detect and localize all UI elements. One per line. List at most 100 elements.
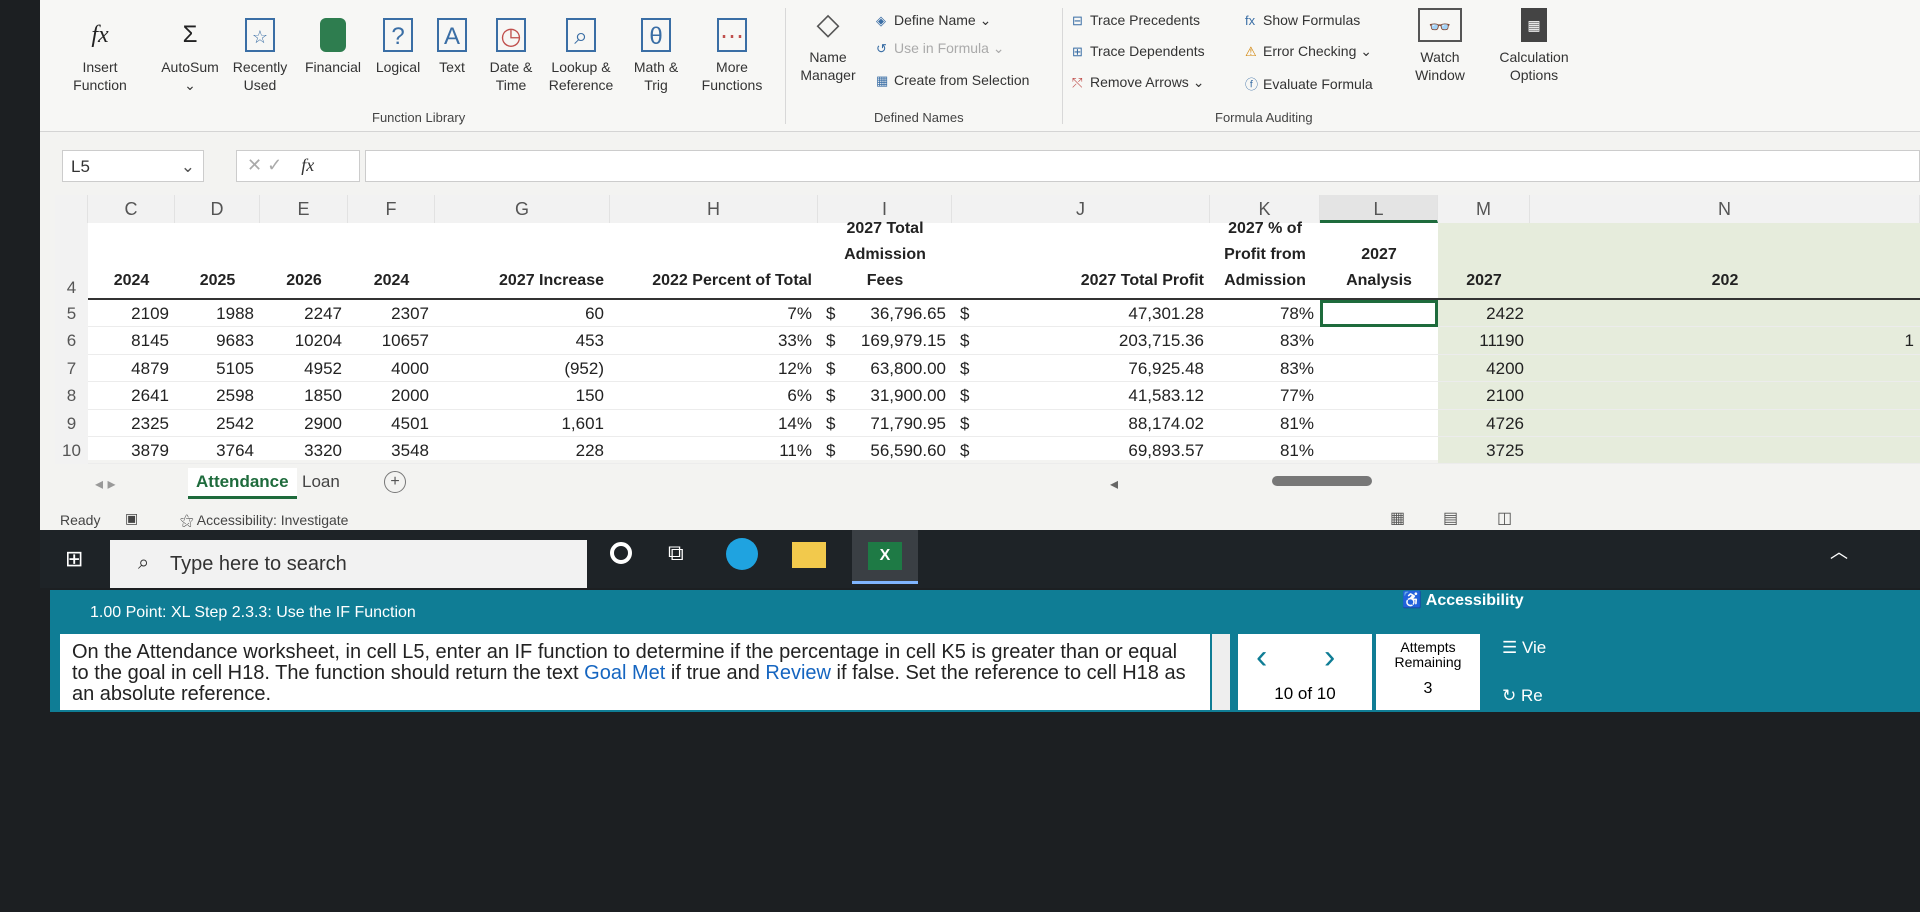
cell-c9[interactable]: 2325 [88,410,175,437]
cell-j7[interactable]: $76,925.48 [952,355,1210,383]
cell-g5[interactable]: 60 [435,300,610,328]
chevron-up-icon[interactable]: ︿ [1830,538,1848,564]
cell-m6[interactable]: 11190 [1438,327,1530,355]
column-header-c[interactable]: C [88,195,175,223]
trace-precedents-button[interactable]: ⊟ Trace Precedents [1072,12,1200,29]
excel-taskbar-button[interactable]: X [852,530,918,584]
cell-m9[interactable]: 4726 [1438,409,1530,437]
column-header-d[interactable]: D [175,195,260,223]
math-trig-button[interactable]: θ Math & Trig [626,18,686,94]
cancel-icon[interactable]: ✕ [247,155,262,175]
question-scrollbar[interactable] [1212,634,1230,710]
row-header-8[interactable]: 8 [55,382,88,410]
name-manager-button[interactable]: ◇ Name Manager [795,8,861,84]
trace-dependents-button[interactable]: ⊞ Trace Dependents [1072,43,1205,60]
row-header-6[interactable]: 6 [55,327,88,355]
cell-m5[interactable]: 2422 [1438,300,1530,328]
cell-f10[interactable]: 3548 [348,437,435,465]
cell-g8[interactable]: 150 [435,382,610,410]
cell-i7[interactable]: $63,800.00 [818,355,952,383]
logical-button[interactable]: ? Logical [370,18,426,76]
cell-l8[interactable] [1320,382,1438,410]
page-layout-icon[interactable]: ▤ [1443,508,1458,528]
cell-h7[interactable]: 12% [610,355,818,383]
column-header-g[interactable]: G [435,195,610,223]
next-arrow-icon[interactable]: › [1324,638,1335,677]
cell-d7[interactable]: 5105 [175,355,260,383]
accessibility-button[interactable]: ♿ Accessibility [1402,590,1524,610]
view-button[interactable]: ☰ Vie [1502,638,1546,658]
cell-h6[interactable]: 33% [610,327,818,355]
cell-f6[interactable]: 10657 [348,327,435,355]
cell-k10[interactable]: 81% [1210,437,1320,465]
cell-h9[interactable]: 14% [610,410,818,437]
text-button[interactable]: A Text [432,18,472,76]
taskbar-search[interactable]: ⌕ Type here to search [110,540,587,588]
column-header-m[interactable]: M [1438,195,1530,223]
cell-n5[interactable] [1530,300,1920,328]
cell-j6[interactable]: $203,715.36 [952,327,1210,355]
cell-i9[interactable]: $71,790.95 [818,410,952,437]
cell-d8[interactable]: 2598 [175,382,260,410]
cell-m8[interactable]: 2100 [1438,382,1530,410]
accessibility-status[interactable]: ⚝ Accessibility: Investigate [180,512,348,529]
calculation-options-button[interactable]: ▦ Calculation Options [1488,8,1580,84]
cell-i10[interactable]: $56,590.60 [818,437,952,465]
cell-g9[interactable]: 1,601 [435,410,610,437]
column-header-l[interactable]: L [1320,195,1438,223]
column-header-h[interactable]: H [610,195,818,223]
cell-e10[interactable]: 3320 [260,437,348,465]
watch-window-button[interactable]: 👓 Watch Window [1405,8,1475,84]
row-header-9[interactable]: 9 [55,409,88,437]
cell-c8[interactable]: 2641 [88,382,175,410]
cell-k6[interactable]: 83% [1210,327,1320,355]
recently-used-button[interactable]: ☆ Recently Used [228,18,292,94]
windows-start-icon[interactable]: ⊞ [65,546,83,572]
financial-button[interactable]: Financial [298,18,368,76]
row-header-7[interactable]: 7 [55,354,88,383]
row-header-5[interactable]: 5 [55,300,88,328]
edge-icon[interactable] [726,538,758,570]
cell-l9[interactable] [1320,410,1438,437]
scroll-left-icon[interactable]: ◂ ▸ [95,474,116,494]
cell-c7[interactable]: 4879 [88,355,175,383]
create-from-selection-button[interactable]: ▦ Create from Selection [876,72,1029,89]
cell-j8[interactable]: $41,583.12 [952,382,1210,410]
hscroll-left-icon[interactable]: ◂ [1110,474,1118,494]
cell-l10[interactable] [1320,437,1438,465]
cell-n9[interactable] [1530,409,1920,437]
cell-j5[interactable]: $47,301.28 [952,300,1210,328]
sheet-tab-loan[interactable]: Loan [302,472,340,492]
cell-i5[interactable]: $36,796.65 [818,300,952,328]
name-box[interactable]: L5 ⌄ [62,150,204,182]
cell-n7[interactable] [1530,354,1920,383]
date-time-button[interactable]: ◷ Date & Time [480,18,542,94]
macro-record-icon[interactable]: ▣ [125,510,138,527]
use-in-formula-button[interactable]: ↺ Use in Formula ⌄ [876,40,1005,57]
cell-k9[interactable]: 81% [1210,410,1320,437]
normal-view-icon[interactable]: ▦ [1390,508,1405,528]
cell-k5[interactable]: 78% [1210,300,1320,328]
row-header-10[interactable]: 10 [55,437,88,465]
cell-n6[interactable]: 1 [1530,327,1920,355]
row-header-4[interactable]: 4 [55,223,88,300]
cell-f9[interactable]: 4501 [348,410,435,437]
error-checking-button[interactable]: ⚠ Error Checking ⌄ [1245,43,1372,60]
cell-c5[interactable]: 2109 [88,300,175,328]
cell-n8[interactable] [1530,382,1920,410]
cell-e8[interactable]: 1850 [260,382,348,410]
remove-arrows-button[interactable]: ⤲ Remove Arrows ⌄ [1072,74,1204,91]
cell-e7[interactable]: 4952 [260,355,348,383]
enter-icon[interactable]: ✓ [267,155,282,175]
page-break-icon[interactable]: ◫ [1497,508,1512,528]
cell-h5[interactable]: 7% [610,300,818,328]
select-all-corner[interactable] [55,195,88,223]
define-name-button[interactable]: ◈ Define Name ⌄ [876,12,991,29]
cell-m10[interactable]: 3725 [1438,437,1530,465]
cell-g10[interactable]: 228 [435,437,610,465]
cell-g7[interactable]: (952) [435,355,610,383]
column-header-e[interactable]: E [260,195,348,223]
evaluate-formula-button[interactable]: ⓕ Evaluate Formula [1245,74,1373,93]
cell-f5[interactable]: 2307 [348,300,435,328]
cell-l7[interactable] [1320,355,1438,383]
